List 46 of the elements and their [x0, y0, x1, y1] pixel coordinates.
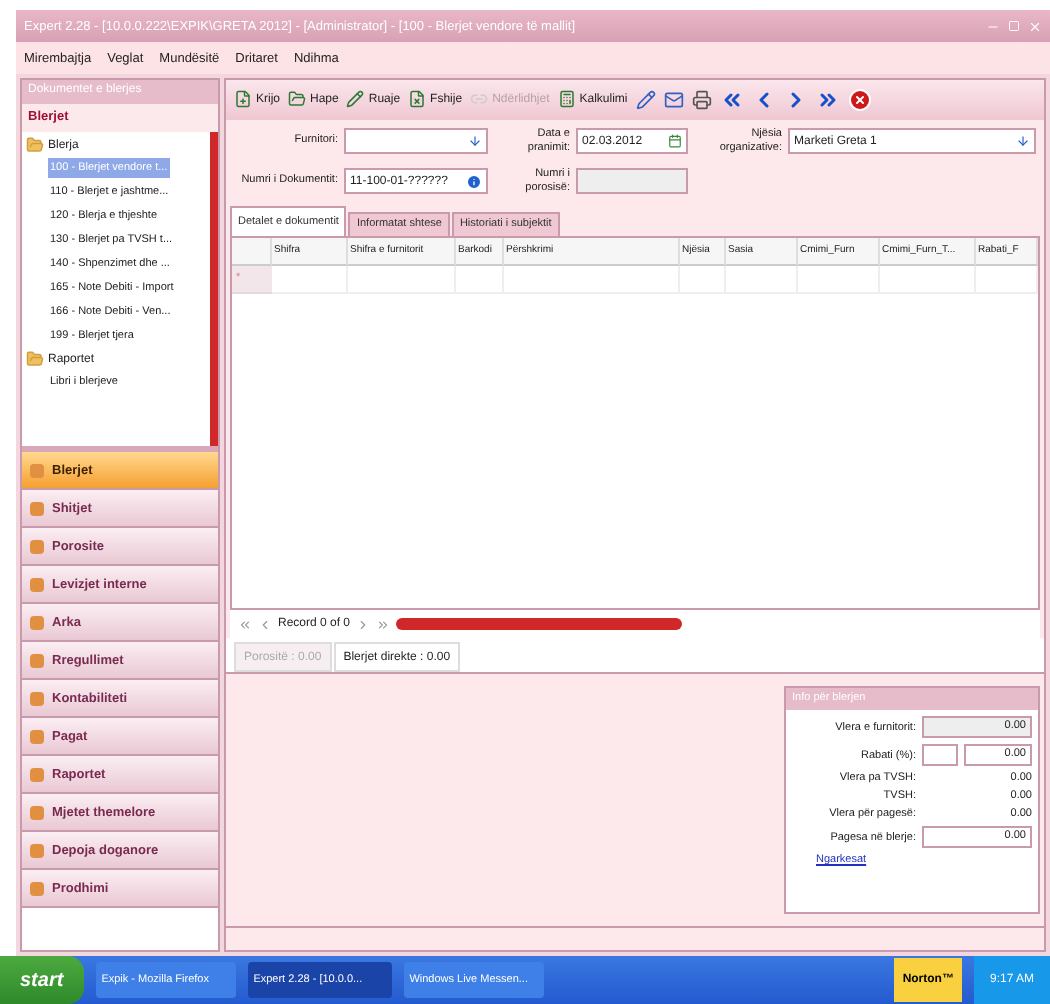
- previous-icon[interactable]: [258, 617, 272, 632]
- table-cell[interactable]: [272, 265, 348, 294]
- close-icon[interactable]: [847, 87, 872, 112]
- first-icon[interactable]: [238, 617, 252, 632]
- nav-icon: [30, 729, 44, 743]
- table-cell[interactable]: [504, 265, 680, 294]
- open-icon: [288, 90, 307, 109]
- delete-icon: [408, 90, 427, 109]
- edit-icon[interactable]: [635, 89, 656, 110]
- info-icon[interactable]: [466, 173, 482, 190]
- table-cell[interactable]: [880, 265, 976, 294]
- link-icon: [470, 90, 489, 109]
- table-cell[interactable]: [680, 265, 726, 294]
- save-icon: [346, 90, 365, 109]
- last-icon[interactable]: [376, 617, 391, 632]
- scrollbar-thumb[interactable]: [396, 618, 683, 631]
- new-icon: [234, 90, 252, 109]
- maximize-icon[interactable]: [1008, 20, 1020, 32]
- table-cell[interactable]: [456, 265, 504, 294]
- nav-icon: [30, 577, 44, 591]
- nav-icon: [30, 805, 44, 819]
- table-cell[interactable]: [348, 265, 456, 294]
- nav-icon: [30, 501, 44, 515]
- down-arrow-icon[interactable]: [1016, 134, 1030, 149]
- nav-icon: [30, 615, 44, 629]
- down-arrow-icon[interactable]: [468, 134, 482, 149]
- table-cell[interactable]: [976, 265, 1038, 294]
- calendar-icon[interactable]: [668, 134, 682, 149]
- open-folder-icon: [26, 136, 44, 154]
- nav-icon: [30, 463, 44, 477]
- nav-icon: [30, 653, 44, 667]
- nav-icon: [30, 843, 44, 857]
- calc-icon: [557, 90, 576, 109]
- input-field[interactable]: [344, 128, 488, 155]
- start-button[interactable]: start: [0, 956, 84, 1004]
- mail-icon[interactable]: [663, 89, 684, 110]
- table-cell[interactable]: [798, 265, 880, 294]
- table-cell[interactable]: [726, 265, 798, 294]
- nav-icon: [30, 691, 44, 705]
- percent-field[interactable]: [922, 744, 958, 767]
- nav-icon: [30, 767, 44, 781]
- open-folder-icon: [26, 350, 44, 368]
- nav-icon: [30, 881, 44, 895]
- next-icon[interactable]: [356, 617, 371, 632]
- nav-icon: [30, 539, 44, 553]
- printer-icon[interactable]: [691, 89, 712, 110]
